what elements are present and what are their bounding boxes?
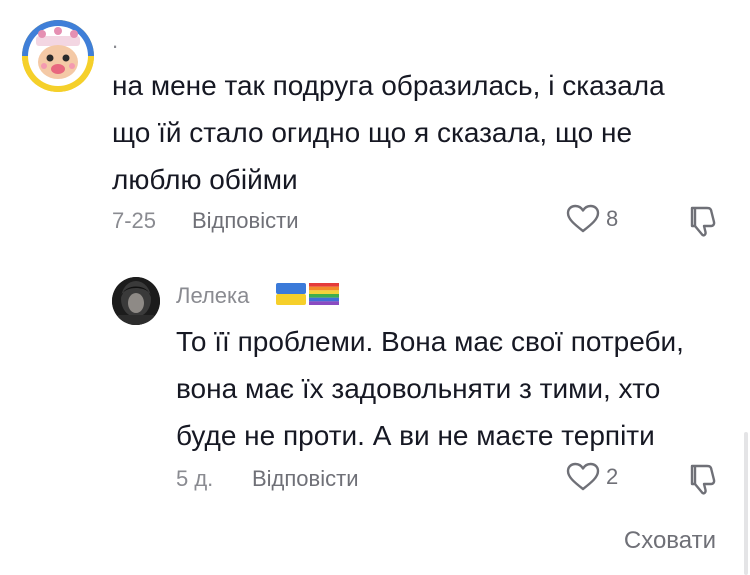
comment-line: на мене так подруга образилась, і сказал… (112, 70, 665, 101)
reply-line: То її проблеми. Вона має свої потреби, (176, 326, 684, 357)
like-count: 2 (606, 464, 619, 489)
reply-line: вона має їх задовольняти з тими, хто (176, 373, 661, 404)
like-button[interactable]: 8 (566, 204, 618, 234)
dark-portrait-avatar-icon (112, 277, 160, 325)
ukraine-flag-icon (276, 283, 306, 305)
reply-button[interactable]: Відповісти (252, 466, 359, 492)
comment-date: 7-25 (112, 208, 157, 233)
avatar[interactable] (22, 20, 94, 92)
avatar[interactable] (112, 277, 160, 325)
dislike-button[interactable] (686, 462, 718, 501)
reply-text: То її проблеми. Вона має свої потреби, в… (176, 318, 684, 459)
reply-username[interactable]: Лелека (176, 283, 249, 309)
heart-icon (566, 462, 600, 491)
cartoon-character-avatar-icon (22, 20, 94, 92)
reply-button[interactable]: Відповісти (192, 208, 299, 234)
hide-replies-button[interactable]: Сховати (624, 527, 716, 555)
dislike-button[interactable] (686, 204, 718, 243)
comment-username[interactable]: . (112, 28, 118, 54)
username-flags (276, 283, 339, 305)
reply-line: буде не проти. А ви не маєте терпіти (176, 420, 655, 451)
reply-date: 5 д. (176, 466, 214, 491)
comment-text: на мене так подруга образилась, і сказал… (112, 62, 665, 203)
comment-line: що їй стало огидно що я сказала, що не (112, 117, 633, 148)
like-count: 8 (606, 206, 619, 231)
scrollbar[interactable] (744, 432, 748, 575)
rainbow-flag-icon (309, 283, 339, 305)
comment-line: люблю обійми (112, 164, 298, 195)
thumbs-down-icon (690, 206, 716, 237)
thumbs-down-icon (690, 464, 716, 495)
like-button[interactable]: 2 (566, 462, 618, 492)
heart-icon (566, 204, 600, 233)
